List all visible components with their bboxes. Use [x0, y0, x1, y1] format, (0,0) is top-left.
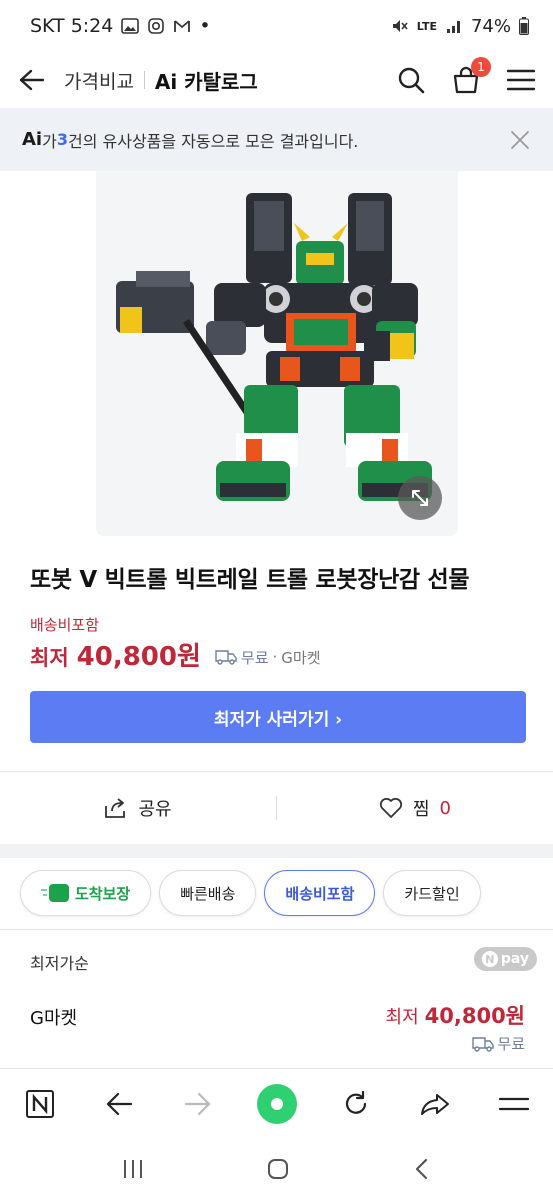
seller-name[interactable]: G마켓	[30, 1004, 77, 1030]
heart-icon	[379, 797, 403, 818]
ai-banner: Ai 가 3 건의 유사상품을 자동으로 모은 결과입니다.	[0, 108, 553, 171]
sort-order[interactable]: 최저가순	[30, 950, 89, 974]
banner-count: 3	[56, 130, 68, 149]
seller-price-value: 40,800원	[424, 1004, 525, 1028]
page-title: Ai 카탈로그	[154, 69, 258, 94]
delivery-truck-icon	[472, 1036, 495, 1052]
chip-fast-delivery[interactable]: 빠른배송	[159, 870, 257, 916]
zoom-button[interactable]	[398, 476, 442, 520]
mute-icon	[392, 20, 408, 32]
search-icon[interactable]	[397, 66, 425, 94]
browser-back-button[interactable]	[97, 1082, 141, 1126]
network-label: LTE	[416, 19, 437, 33]
browser-menu-button[interactable]	[492, 1082, 536, 1126]
share-button[interactable]: 공유	[0, 795, 276, 821]
green-dot-icon	[256, 1083, 297, 1124]
action-row: 공유 찜 0	[0, 772, 553, 844]
app-header: 가격비교 Ai 카탈로그 1	[0, 52, 553, 108]
section-gap	[0, 844, 553, 858]
header-divider	[143, 71, 145, 89]
buy-lowest-price-button[interactable]: 최저가 사러가기 ›	[30, 691, 526, 743]
banner-text-pre: 가	[42, 131, 57, 151]
browser-forward-button[interactable]	[176, 1082, 220, 1126]
delivery-truck-icon	[215, 650, 237, 665]
status-dot: •	[199, 15, 211, 37]
price-compare-link[interactable]: 가격비교	[64, 67, 134, 94]
product-title: 또봇 V 빅트롤 빅트레일 트롤 로봇장난감 선물	[30, 567, 470, 593]
share-icon	[105, 798, 126, 818]
naver-home-button[interactable]	[18, 1082, 62, 1126]
chip-label: 카드할인	[404, 884, 460, 903]
nav-back-icon[interactable]	[412, 1157, 432, 1181]
battery-level: 74%	[470, 15, 511, 37]
lowest-price: 40,800원	[76, 642, 201, 672]
like-count: 0	[439, 797, 451, 819]
battery-icon	[519, 17, 529, 35]
system-nav-bar	[0, 1138, 553, 1200]
close-icon[interactable]	[509, 129, 531, 151]
cart-button[interactable]: 1	[451, 57, 491, 95]
clock: SKT 5:24	[30, 15, 114, 37]
npay-label: pay	[500, 951, 529, 967]
divider	[0, 929, 553, 930]
green-dot-button[interactable]	[255, 1082, 299, 1126]
seller-shipping-label: 무료	[497, 1035, 525, 1053]
menu-icon[interactable]	[507, 69, 535, 91]
gallery-icon	[121, 18, 140, 34]
share-page-button[interactable]	[413, 1082, 457, 1126]
chip-shipping-included[interactable]: 배송비포함	[264, 870, 376, 916]
npay-badge[interactable]: N pay	[473, 947, 537, 971]
product-image[interactable]	[96, 171, 458, 536]
refresh-button[interactable]	[334, 1082, 378, 1126]
chip-label: 도착보장	[75, 884, 131, 903]
menu-icon	[498, 1097, 529, 1110]
signal-icon	[446, 21, 460, 33]
seller-price[interactable]: 최저 40,800원	[386, 1000, 525, 1030]
shipping-included-note: 배송비포함	[30, 616, 100, 634]
instagram-icon	[148, 18, 165, 34]
chip-label: 빠른배송	[180, 884, 236, 903]
refresh-icon	[345, 1090, 366, 1114]
seller-price-prefix: 최저	[385, 1007, 419, 1028]
meta-separator: ·	[272, 648, 278, 666]
seller-shipping: 무료	[472, 1033, 525, 1054]
like-label: 찜	[412, 799, 430, 820]
chip-card-discount[interactable]: 카드할인	[383, 870, 481, 916]
npay-n: N	[481, 951, 498, 967]
gmail-icon	[174, 20, 191, 32]
home-icon[interactable]	[266, 1157, 290, 1181]
shipping-label: 무료	[240, 648, 269, 667]
back-button[interactable]	[18, 66, 46, 94]
chip-guaranteed-arrival[interactable]: 도착보장	[20, 870, 152, 916]
chip-label: 배송비포함	[285, 884, 355, 903]
ai-logo: Ai	[22, 129, 43, 150]
filter-chips: 도착보장 빠른배송 배송비포함 카드할인	[20, 870, 481, 916]
browser-toolbar	[0, 1068, 553, 1138]
cart-count-badge: 1	[471, 57, 491, 77]
status-bar: SKT 5:24 • LTE 74%	[0, 0, 553, 52]
arrow-left-icon	[106, 1092, 132, 1115]
banner-text-post: 건의 유사상품을 자동으로 모은 결과입니다.	[67, 131, 359, 151]
delivery-n-icon	[41, 884, 69, 902]
arrow-left-icon	[19, 69, 45, 91]
arrow-right-icon	[184, 1092, 210, 1115]
price-row: 최저 40,800원 무료 · G마켓	[30, 636, 321, 673]
like-button[interactable]: 찜 0	[277, 795, 553, 821]
expand-icon	[412, 490, 428, 506]
price-prefix: 최저	[30, 646, 69, 670]
recent-apps-icon[interactable]	[121, 1158, 145, 1180]
naver-n-icon	[25, 1089, 54, 1118]
forward-share-icon	[420, 1093, 449, 1115]
share-label: 공유	[138, 799, 172, 820]
shop-name: G마켓	[281, 648, 321, 667]
